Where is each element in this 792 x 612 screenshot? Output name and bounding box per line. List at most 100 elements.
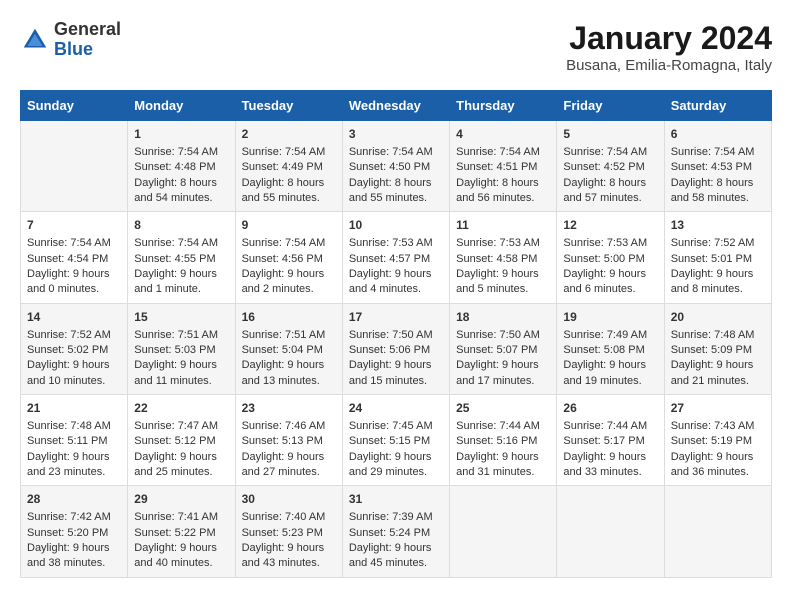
header-saturday: Saturday <box>664 91 771 121</box>
day-info: Sunrise: 7:52 AM <box>27 328 121 343</box>
logo: General Blue <box>20 20 121 60</box>
day-info: Daylight: 9 hours <box>27 450 121 465</box>
day-info: and 19 minutes. <box>563 374 657 389</box>
day-info: Sunrise: 7:42 AM <box>27 510 121 525</box>
day-number: 29 <box>134 491 228 508</box>
day-info: Daylight: 9 hours <box>134 358 228 373</box>
day-info: and 1 minute. <box>134 282 228 297</box>
day-info: Daylight: 9 hours <box>242 541 336 556</box>
day-info: Daylight: 9 hours <box>349 450 443 465</box>
day-info: Sunrise: 7:45 AM <box>349 419 443 434</box>
title-block: January 2024 Busana, Emilia-Romagna, Ita… <box>566 20 772 74</box>
day-number: 9 <box>242 217 336 234</box>
day-cell: 6Sunrise: 7:54 AMSunset: 4:53 PMDaylight… <box>664 121 771 212</box>
day-info: Sunset: 5:07 PM <box>456 343 550 358</box>
day-info: Daylight: 9 hours <box>563 358 657 373</box>
day-info: Daylight: 8 hours <box>349 176 443 191</box>
day-cell: 25Sunrise: 7:44 AMSunset: 5:16 PMDayligh… <box>450 395 557 486</box>
week-row-1: 1Sunrise: 7:54 AMSunset: 4:48 PMDaylight… <box>21 121 772 212</box>
day-info: and 4 minutes. <box>349 282 443 297</box>
day-info: Sunset: 5:23 PM <box>242 526 336 541</box>
day-info: Daylight: 8 hours <box>134 176 228 191</box>
day-info: Daylight: 9 hours <box>27 541 121 556</box>
day-cell: 30Sunrise: 7:40 AMSunset: 5:23 PMDayligh… <box>235 486 342 577</box>
day-info: Sunset: 5:03 PM <box>134 343 228 358</box>
page-header: General Blue January 2024 Busana, Emilia… <box>20 20 772 74</box>
day-info: Sunrise: 7:54 AM <box>242 236 336 251</box>
day-info: and 57 minutes. <box>563 191 657 206</box>
day-info: and 17 minutes. <box>456 374 550 389</box>
day-number: 21 <box>27 400 121 417</box>
day-cell: 24Sunrise: 7:45 AMSunset: 5:15 PMDayligh… <box>342 395 449 486</box>
day-number: 16 <box>242 309 336 326</box>
day-info: and 40 minutes. <box>134 556 228 571</box>
day-info: Sunset: 5:15 PM <box>349 434 443 449</box>
day-info: Sunset: 5:01 PM <box>671 252 765 267</box>
day-info: and 8 minutes. <box>671 282 765 297</box>
day-number: 7 <box>27 217 121 234</box>
week-row-3: 14Sunrise: 7:52 AMSunset: 5:02 PMDayligh… <box>21 303 772 394</box>
day-info: Sunrise: 7:41 AM <box>134 510 228 525</box>
day-info: Sunrise: 7:54 AM <box>27 236 121 251</box>
day-cell: 7Sunrise: 7:54 AMSunset: 4:54 PMDaylight… <box>21 212 128 303</box>
day-info: Sunrise: 7:54 AM <box>134 236 228 251</box>
day-number: 12 <box>563 217 657 234</box>
header-row: SundayMondayTuesdayWednesdayThursdayFrid… <box>21 91 772 121</box>
day-cell: 1Sunrise: 7:54 AMSunset: 4:48 PMDaylight… <box>128 121 235 212</box>
day-info: Sunrise: 7:50 AM <box>349 328 443 343</box>
day-cell: 13Sunrise: 7:52 AMSunset: 5:01 PMDayligh… <box>664 212 771 303</box>
day-info: Daylight: 8 hours <box>563 176 657 191</box>
day-number: 23 <box>242 400 336 417</box>
day-cell <box>557 486 664 577</box>
day-info: Sunrise: 7:52 AM <box>671 236 765 251</box>
day-info: and 45 minutes. <box>349 556 443 571</box>
day-cell: 20Sunrise: 7:48 AMSunset: 5:09 PMDayligh… <box>664 303 771 394</box>
day-cell: 31Sunrise: 7:39 AMSunset: 5:24 PMDayligh… <box>342 486 449 577</box>
day-info: and 2 minutes. <box>242 282 336 297</box>
day-number: 30 <box>242 491 336 508</box>
day-cell: 22Sunrise: 7:47 AMSunset: 5:12 PMDayligh… <box>128 395 235 486</box>
day-info: and 21 minutes. <box>671 374 765 389</box>
logo-blue: Blue <box>54 40 121 60</box>
day-info: and 13 minutes. <box>242 374 336 389</box>
day-info: and 25 minutes. <box>134 465 228 480</box>
day-info: and 11 minutes. <box>134 374 228 389</box>
day-number: 2 <box>242 126 336 143</box>
day-info: and 56 minutes. <box>456 191 550 206</box>
day-info: and 29 minutes. <box>349 465 443 480</box>
day-number: 18 <box>456 309 550 326</box>
day-info: Sunset: 5:17 PM <box>563 434 657 449</box>
day-info: and 36 minutes. <box>671 465 765 480</box>
day-info: Sunset: 4:52 PM <box>563 160 657 175</box>
day-number: 22 <box>134 400 228 417</box>
day-info: Daylight: 9 hours <box>349 358 443 373</box>
day-info: Daylight: 9 hours <box>456 358 550 373</box>
day-number: 28 <box>27 491 121 508</box>
day-info: Sunset: 5:06 PM <box>349 343 443 358</box>
day-info: Sunset: 4:50 PM <box>349 160 443 175</box>
day-number: 13 <box>671 217 765 234</box>
day-cell: 11Sunrise: 7:53 AMSunset: 4:58 PMDayligh… <box>450 212 557 303</box>
day-info: Daylight: 8 hours <box>671 176 765 191</box>
day-cell: 29Sunrise: 7:41 AMSunset: 5:22 PMDayligh… <box>128 486 235 577</box>
day-info: Daylight: 9 hours <box>671 358 765 373</box>
day-info: and 55 minutes. <box>349 191 443 206</box>
day-info: Sunrise: 7:54 AM <box>563 145 657 160</box>
day-number: 19 <box>563 309 657 326</box>
day-number: 1 <box>134 126 228 143</box>
week-row-5: 28Sunrise: 7:42 AMSunset: 5:20 PMDayligh… <box>21 486 772 577</box>
day-info: Daylight: 9 hours <box>27 358 121 373</box>
day-cell <box>21 121 128 212</box>
day-info: Sunrise: 7:54 AM <box>671 145 765 160</box>
day-info: Sunset: 5:19 PM <box>671 434 765 449</box>
day-info: Sunrise: 7:54 AM <box>349 145 443 160</box>
calendar-table: SundayMondayTuesdayWednesdayThursdayFrid… <box>20 90 772 578</box>
day-info: Daylight: 9 hours <box>242 450 336 465</box>
day-info: Sunset: 4:49 PM <box>242 160 336 175</box>
day-info: Daylight: 9 hours <box>242 358 336 373</box>
day-cell: 23Sunrise: 7:46 AMSunset: 5:13 PMDayligh… <box>235 395 342 486</box>
day-info: Daylight: 8 hours <box>456 176 550 191</box>
day-info: and 27 minutes. <box>242 465 336 480</box>
header-monday: Monday <box>128 91 235 121</box>
day-number: 17 <box>349 309 443 326</box>
